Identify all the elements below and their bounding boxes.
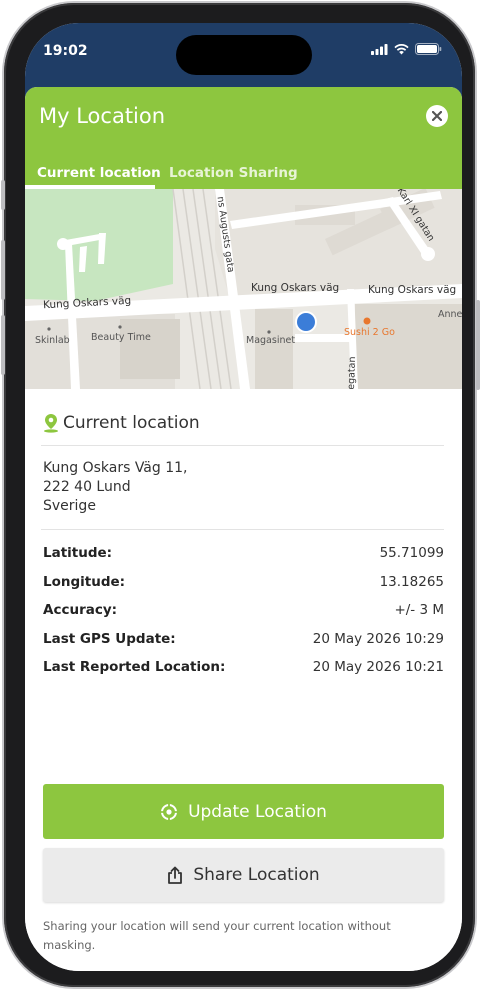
wifi-icon [394, 43, 409, 54]
side-button [1, 180, 5, 210]
address-line: Sverige [43, 498, 96, 514]
status-icons [371, 43, 442, 55]
dynamic-island [176, 35, 312, 75]
address-line: 222 40 Lund [43, 479, 131, 495]
accuracy-value: +/- 3 M [394, 602, 444, 618]
longitude-label: Longitude: [43, 574, 126, 590]
section-title: Current location [63, 413, 200, 433]
side-button [1, 240, 5, 300]
latitude-value: 55.71099 [379, 545, 444, 561]
street-label: legatan [345, 356, 359, 389]
share-icon [168, 866, 183, 884]
close-button[interactable] [426, 105, 448, 127]
side-button [1, 315, 5, 375]
location-sheet: My Location Current location Location Sh… [25, 87, 462, 971]
location-pin-icon [44, 414, 58, 433]
street-label: Kung Oskars väg [368, 284, 457, 296]
latitude-label: Latitude: [43, 545, 113, 561]
poi-label: Anne [438, 309, 462, 320]
target-refresh-icon [161, 803, 178, 820]
last-reported-location-label: Last Reported Location: [43, 659, 226, 675]
divider [41, 529, 444, 530]
street-label: Kung Oskars väg [251, 282, 340, 294]
page-title: My Location [39, 104, 166, 128]
phone-frame: 19:02 My Location Current location Locat… [4, 3, 475, 987]
address-line: Kung Oskars Väg 11, [43, 460, 188, 476]
poi-label: Beauty Time [91, 332, 151, 343]
side-button [476, 300, 480, 390]
divider [41, 445, 444, 446]
signal-icon [371, 43, 388, 55]
share-location-label: Share Location [193, 865, 320, 885]
accuracy-label: Accuracy: [43, 602, 118, 618]
update-location-label: Update Location [188, 801, 327, 822]
poi-label: Sushi 2 Go [344, 327, 395, 338]
longitude-value: 13.18265 [379, 574, 444, 590]
poi-label: Magasinet [246, 335, 296, 346]
last-gps-update-value: 20 May 2026 10:29 [312, 631, 444, 647]
sharing-disclaimer: Sharing your location will send your cur… [43, 919, 391, 952]
tab-current-location[interactable]: Current location [37, 165, 161, 181]
last-reported-location-value: 20 May 2026 10:21 [312, 659, 444, 675]
poi-label: Skinlab [35, 335, 70, 346]
share-location-button[interactable]: Share Location [43, 848, 444, 902]
update-location-button[interactable]: Update Location [43, 784, 444, 839]
close-icon [432, 111, 442, 121]
screen: 19:02 My Location Current location Locat… [25, 23, 462, 971]
sheet-header: My Location Current location Location Sh… [25, 87, 462, 189]
map-view[interactable]: Kung Oskars väg Kung Oskars väg Kung Osk… [25, 189, 462, 389]
last-gps-update-label: Last GPS Update: [43, 631, 176, 647]
tab-location-sharing[interactable]: Location Sharing [169, 165, 298, 181]
status-time: 19:02 [43, 43, 88, 59]
battery-icon [415, 43, 442, 55]
